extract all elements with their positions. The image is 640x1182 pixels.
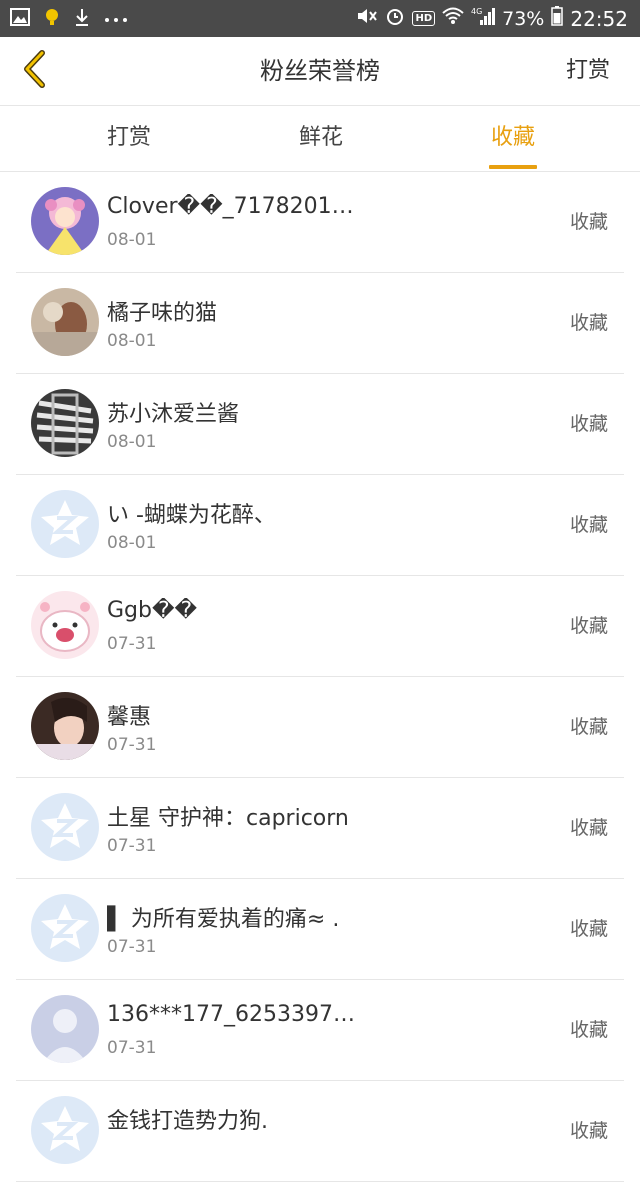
page-title: 粉丝荣誉榜	[260, 57, 380, 85]
status-time: 22:52	[570, 6, 628, 31]
tab-flowers[interactable]: 鲜花	[290, 106, 352, 171]
fan-name: 土星 守护神：capricorn	[107, 806, 349, 831]
fan-name: ▌ 为所有爱执着的痛≈ .	[107, 907, 340, 932]
default-person-avatar	[31, 995, 99, 1063]
fan-name: 苏小沐爱兰酱	[107, 402, 240, 427]
fan-name: 橘子味的猫	[107, 301, 218, 326]
list-item[interactable]: 土星 守护神：capricorn 07-31 收藏	[16, 778, 624, 879]
fan-name: 136***177_6253397…	[107, 1002, 355, 1027]
fan-name: 馨惠	[107, 705, 152, 730]
more-dots-icon	[104, 9, 128, 28]
status-bar-right: HD 4G 73% 22:52	[356, 0, 628, 37]
fan-action-label: 收藏	[569, 514, 608, 536]
default-z-avatar	[31, 1096, 99, 1164]
signal-label: 4G	[471, 7, 482, 16]
fan-name: 金钱打造势力狗.	[107, 1109, 268, 1134]
fan-action-label: 收藏	[569, 716, 608, 738]
fan-list: Clover��_7178201… 08-01 收藏 橘子味的猫 08-01 收…	[0, 172, 640, 1182]
fan-action-label: 收藏	[569, 413, 608, 435]
tab-bar: 打赏 鲜花 收藏	[0, 106, 640, 172]
wifi-icon	[442, 7, 464, 30]
battery-percent: 73%	[502, 7, 545, 30]
fan-action-label: 收藏	[569, 312, 608, 334]
list-item[interactable]: 136***177_6253397… 07-31 收藏	[16, 980, 624, 1081]
anime-girl-avatar	[31, 187, 99, 255]
fan-action-label: 收藏	[569, 817, 608, 839]
fan-action-label: 收藏	[569, 918, 608, 940]
fan-name: Clover��_7178201…	[107, 194, 354, 219]
notification-icon	[44, 7, 60, 31]
fan-date: 08-01	[107, 230, 157, 250]
list-item[interactable]: Clover��_7178201… 08-01 收藏	[16, 172, 624, 273]
signal-icon: 4G	[471, 6, 496, 31]
list-item[interactable]: 橘子味的猫 08-01 收藏	[16, 273, 624, 374]
battery-icon	[551, 6, 564, 31]
list-item[interactable]: 馨惠 07-31 收藏	[16, 677, 624, 778]
fan-date: 07-31	[107, 836, 157, 856]
tab-reward[interactable]: 打赏	[98, 106, 160, 171]
fan-date: 07-31	[107, 1038, 157, 1058]
status-bar-left	[10, 0, 128, 37]
default-z-avatar	[31, 793, 99, 861]
gallery-icon	[10, 7, 30, 30]
fan-action-label: 收藏	[569, 1019, 608, 1041]
photo-avatar	[31, 288, 99, 356]
striped-avatar	[31, 389, 99, 457]
app-header: 粉丝荣誉榜 打赏	[0, 37, 640, 106]
cartoon-pig-avatar	[31, 591, 99, 659]
fan-action-label: 收藏	[569, 615, 608, 637]
fan-date: 08-01	[107, 432, 157, 452]
list-item[interactable]: ▌ 为所有爱执着的痛≈ . 07-31 收藏	[16, 879, 624, 980]
reward-button[interactable]: 打赏	[566, 37, 610, 105]
girl-photo-avatar	[31, 692, 99, 760]
mute-icon	[356, 6, 378, 31]
fan-date: 07-31	[107, 937, 157, 957]
list-item[interactable]: 苏小沐爱兰酱 08-01 收藏	[16, 374, 624, 475]
default-z-avatar	[31, 490, 99, 558]
alarm-icon	[385, 6, 405, 31]
fan-name: Ggb��	[107, 598, 198, 623]
fan-action-label: 收藏	[569, 211, 608, 233]
active-tab-indicator	[489, 165, 537, 169]
hd-badge: HD	[412, 11, 436, 26]
list-item[interactable]: 金钱打造势力狗. 收藏	[16, 1081, 624, 1182]
list-item[interactable]: Ggb�� 07-31 收藏	[16, 576, 624, 677]
fan-date: 07-31	[107, 634, 157, 654]
status-bar: HD 4G 73% 22:52	[0, 0, 640, 37]
fan-date: 08-01	[107, 331, 157, 351]
tab-favorites[interactable]: 收藏	[482, 106, 544, 171]
fan-action-label: 收藏	[569, 1120, 608, 1142]
download-icon	[74, 7, 90, 31]
fan-date: 07-31	[107, 735, 157, 755]
default-z-avatar	[31, 894, 99, 962]
fan-name: い -蝴蝶为花醉、	[107, 503, 276, 528]
list-item[interactable]: い -蝴蝶为花醉、 08-01 收藏	[16, 475, 624, 576]
fan-date: 08-01	[107, 533, 157, 553]
